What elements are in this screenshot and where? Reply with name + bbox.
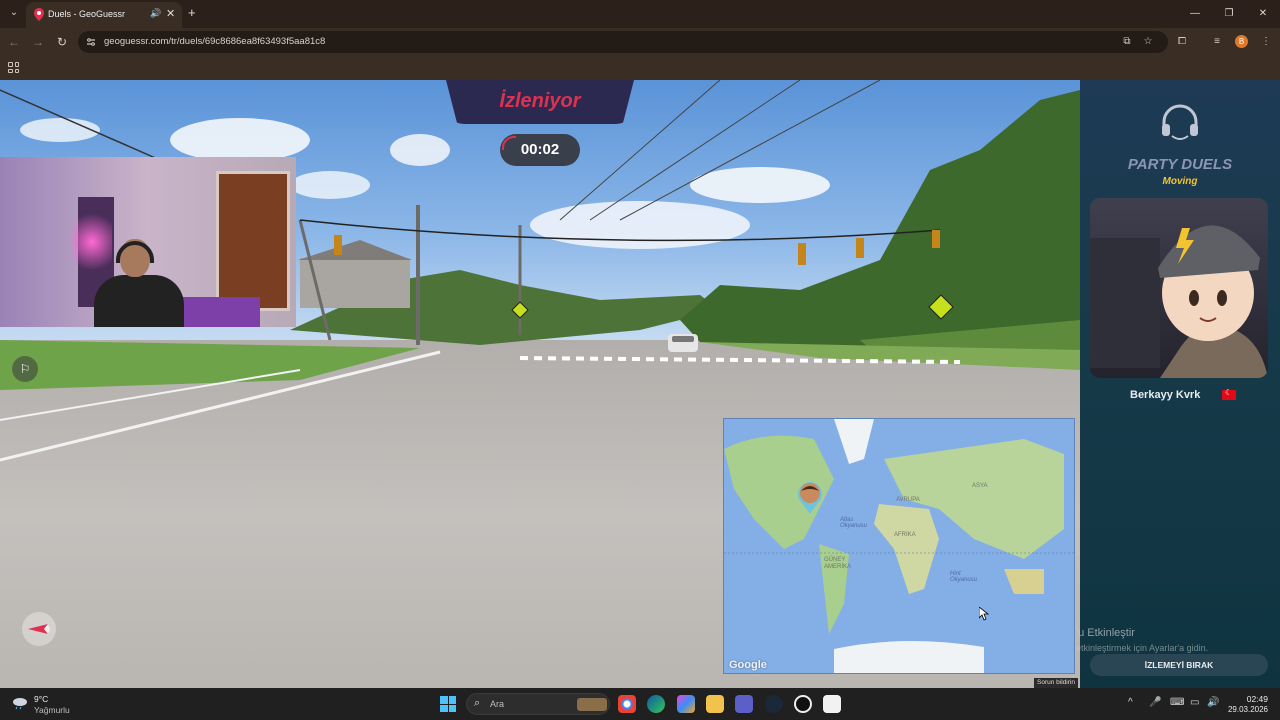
- install-app-icon[interactable]: ⧉: [1120, 35, 1134, 49]
- search-placeholder: Ara: [490, 699, 505, 709]
- close-tab-icon[interactable]: ✕: [166, 7, 175, 20]
- file-explorer-icon[interactable]: [706, 695, 724, 713]
- search-highlight-image: [577, 698, 607, 711]
- party-duels-panel: PARTY DUELS Moving Berkayy Kvrk: [1080, 80, 1280, 688]
- volume-icon[interactable]: 🔊: [1207, 697, 1219, 708]
- speaker-icon[interactable]: 🔊: [150, 8, 161, 19]
- profile-avatar[interactable]: B: [1235, 35, 1248, 48]
- avatar-character: [1090, 225, 1268, 378]
- media-control-icon[interactable]: ≡: [1210, 35, 1224, 49]
- display-icon[interactable]: ▭: [1190, 697, 1199, 708]
- world-map: [724, 419, 1074, 673]
- stop-watching-button[interactable]: İZLEMEYİ BIRAK: [1090, 654, 1268, 676]
- chrome-icon[interactable]: [618, 695, 636, 713]
- map-label-africa: AFRİKA: [894, 532, 916, 538]
- status-banner: İzleniyor: [499, 90, 581, 112]
- weather-description[interactable]: Yağmurlu: [34, 705, 70, 715]
- minimize-button[interactable]: —: [1178, 0, 1212, 28]
- site-settings-icon[interactable]: [86, 37, 96, 47]
- headset-icon: [1162, 104, 1198, 140]
- report-problem-link[interactable]: Sorun bildirin: [1034, 678, 1078, 688]
- geoguessr-pin-icon: [34, 8, 44, 21]
- new-tab-icon[interactable]: +: [188, 5, 196, 20]
- player-name: Berkayy Kvrk: [1130, 389, 1201, 401]
- windows-taskbar: 9°C Yağmurlu ⌕ Ara ^ 🎤 ⌨ ▭ 🔊 02:49 29.03…: [0, 688, 1280, 720]
- start-button[interactable]: [440, 696, 456, 712]
- search-icon: ⌕: [474, 697, 481, 709]
- mouse-cursor-icon: [979, 607, 989, 621]
- tab-duels[interactable]: Duels - GeoGuessr 🔊 ✕: [26, 2, 182, 28]
- map-label-south-america: GÜNEY AMERİKA: [824, 557, 852, 570]
- windows-activation-title: 'u Etkinleştir: [1076, 627, 1135, 639]
- extensions-icon[interactable]: ⧠: [1175, 35, 1189, 49]
- restore-button[interactable]: ❐: [1212, 0, 1246, 28]
- compass-icon[interactable]: [22, 612, 56, 646]
- window-controls: — ❐ ✕: [1178, 0, 1280, 28]
- microphone-icon[interactable]: 🎤: [1149, 697, 1161, 708]
- clock-time[interactable]: 02:49: [1236, 694, 1268, 704]
- edge-icon[interactable]: [647, 695, 665, 713]
- map-label-europe: AVRUPA: [896, 497, 920, 503]
- tab-search-icon[interactable]: ⌄: [6, 5, 22, 21]
- keyboard-icon[interactable]: ⌨: [1170, 697, 1184, 708]
- bookmark-star-icon[interactable]: ☆: [1141, 35, 1155, 49]
- google-logo: Google: [729, 659, 767, 671]
- back-icon[interactable]: ←: [6, 34, 22, 50]
- clock-date[interactable]: 29.03.2026: [1226, 705, 1268, 714]
- browser-menu-icon[interactable]: ⋮: [1259, 35, 1273, 49]
- copilot-icon[interactable]: [677, 695, 695, 713]
- streamer-webcam: [0, 157, 296, 327]
- teams-icon[interactable]: [735, 695, 753, 713]
- weather-temperature[interactable]: 9°C: [34, 694, 48, 704]
- tab-title: Duels - GeoGuessr: [48, 9, 126, 19]
- browser-tab-bar: ⌄ Duels - GeoGuessr 🔊 ✕ + — ❐ ✕: [0, 0, 1280, 28]
- taskbar-search[interactable]: ⌕ Ara: [466, 693, 610, 715]
- webcam-door: [216, 171, 290, 311]
- forward-icon[interactable]: →: [30, 34, 46, 50]
- close-window-button[interactable]: ✕: [1246, 0, 1280, 28]
- steam-icon[interactable]: [765, 695, 783, 713]
- notepad-icon[interactable]: [823, 695, 841, 713]
- rain-cloud-icon[interactable]: [12, 696, 28, 710]
- bookmarks-bar: [0, 56, 1280, 80]
- url-text: geoguessr.com/tr/duels/69c8686ea8f63493f…: [104, 36, 326, 47]
- player-avatar: [1090, 198, 1268, 378]
- round-timer: 00:02: [500, 134, 580, 166]
- panel-subtitle: Moving: [1162, 176, 1198, 187]
- apps-grid-icon[interactable]: [8, 62, 19, 73]
- flag-report-icon[interactable]: ⚐: [12, 356, 38, 382]
- tray-overflow-icon[interactable]: ^: [1128, 697, 1133, 708]
- street-view-panorama[interactable]: İzleniyor 00:02 ⚐ AVRUPA ASYA AFRİKA GÜN: [0, 80, 1080, 688]
- reload-icon[interactable]: ↻: [54, 34, 70, 50]
- webcam-streamer: [88, 239, 188, 327]
- browser-toolbar: ← → ↻ geoguessr.com/tr/duels/69c8686ea8f…: [0, 28, 1280, 56]
- map-label-asia: ASYA: [972, 483, 988, 489]
- panel-title: PARTY DUELS: [1127, 156, 1233, 173]
- obs-icon[interactable]: [794, 695, 812, 713]
- turkey-flag-icon: [1222, 388, 1236, 400]
- windows-activation-desc: etkinleştirmek için Ayarlar'a gidin.: [1076, 643, 1209, 653]
- map-label-atlantic: Atlas Okyanusu: [840, 517, 868, 529]
- map-label-indian: Hint Okyanusu: [950, 571, 978, 583]
- guess-map[interactable]: AVRUPA ASYA AFRİKA GÜNEY AMERİKA Atlas O…: [723, 418, 1075, 674]
- player-location-pin-icon: [798, 482, 822, 514]
- address-bar[interactable]: geoguessr.com/tr/duels/69c8686ea8f63493f…: [78, 31, 1168, 53]
